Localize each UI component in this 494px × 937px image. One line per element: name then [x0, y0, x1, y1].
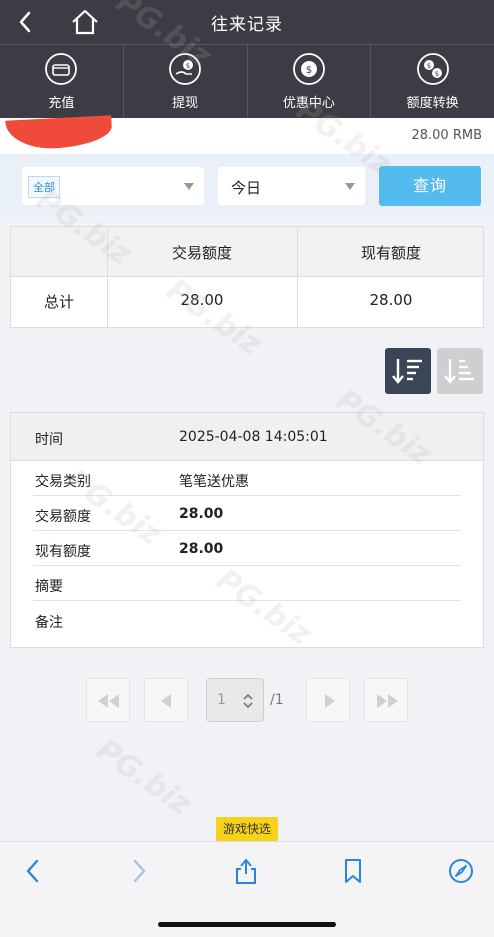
- record-time-label: 时间: [35, 432, 63, 448]
- summary-current-value: 28.00: [369, 291, 413, 309]
- last-page-button[interactable]: [364, 678, 408, 722]
- record-field-value: 28.00: [179, 541, 224, 557]
- record-card: 时间 2025-04-08 14:05:01 交易类别 笔笔送优惠 交易额度 2…: [10, 412, 484, 648]
- balance-row: 28.00 RMB: [0, 115, 494, 154]
- redaction-mark: [5, 115, 113, 151]
- sort-ascending-icon: [444, 359, 474, 384]
- record-field-label: 摘要: [35, 579, 63, 595]
- home-indicator: [158, 922, 336, 927]
- record-field-label: 交易类别: [35, 474, 91, 490]
- summary-table: 交易额度 现有额度 总计 28.00 28.00: [10, 226, 484, 328]
- chevron-down-icon: [184, 183, 194, 190]
- deposit-icon: [45, 53, 78, 85]
- nav-promo-label: 优惠中心: [282, 96, 335, 111]
- first-page-button[interactable]: [86, 678, 130, 722]
- record-field-label: 交易额度: [35, 509, 91, 525]
- chevron-updown-icon: [243, 693, 253, 709]
- record-field-label: 备注: [35, 615, 63, 631]
- game-quick-pick-button[interactable]: 游戏快选: [216, 817, 278, 841]
- top-bar: 往来记录: [0, 0, 494, 44]
- nav-transfer[interactable]: $ $ 额度转换: [371, 45, 494, 118]
- filter-bar: 全部 今日 查询: [0, 154, 494, 216]
- sort-descending-icon: [392, 359, 422, 384]
- page-select[interactable]: 1: [206, 678, 264, 722]
- nav-deposit-label: 充值: [48, 96, 75, 111]
- record-field-value: 笔笔送优惠: [179, 474, 249, 490]
- next-page-icon: [325, 694, 335, 708]
- first-page-icon: [98, 694, 119, 708]
- page-title: 往来记录: [211, 15, 283, 35]
- period-select[interactable]: 今日: [218, 167, 365, 205]
- page-select-value: 1: [217, 692, 226, 708]
- watermark: PG.biz: [89, 732, 198, 823]
- browser-forward-icon[interactable]: [124, 856, 154, 886]
- summary-total-label: 总计: [43, 293, 74, 311]
- record-field-label: 现有额度: [35, 544, 91, 560]
- last-page-icon: [377, 694, 398, 708]
- prev-page-button[interactable]: [144, 678, 188, 722]
- query-button[interactable]: 查询: [379, 166, 481, 206]
- nav-withdraw-label: 提现: [172, 96, 199, 111]
- transfer-icon: $ $: [416, 53, 449, 85]
- account-nav: 充值 $ 提现 $ 优惠中心 $ $ 额度转换: [0, 44, 494, 118]
- nav-promo[interactable]: $ 优惠中心: [248, 45, 372, 118]
- type-select-tag: 全部: [28, 176, 60, 198]
- prev-page-icon: [161, 694, 171, 708]
- svg-text:$: $: [434, 70, 438, 78]
- promo-icon: $: [292, 53, 325, 85]
- nav-deposit[interactable]: 充值: [0, 45, 124, 118]
- share-icon[interactable]: [231, 856, 261, 886]
- record-time-value: 2025-04-08 14:05:01: [179, 429, 328, 445]
- page-total: /1: [270, 692, 284, 708]
- record-field-value: 28.00: [179, 506, 224, 522]
- svg-text:$: $: [186, 62, 190, 70]
- divider: [33, 600, 461, 601]
- nav-transfer-label: 额度转换: [406, 96, 459, 111]
- next-page-button[interactable]: [306, 678, 350, 722]
- chevron-down-icon: [345, 183, 355, 190]
- svg-text:$: $: [426, 62, 430, 70]
- summary-header-current: 现有额度: [360, 244, 421, 262]
- compass-icon[interactable]: [446, 856, 476, 886]
- sort-descending-button[interactable]: [385, 348, 431, 394]
- type-select[interactable]: 全部: [22, 167, 204, 205]
- balance-amount: 28.00 RMB: [411, 128, 482, 143]
- divider: [33, 530, 461, 531]
- browser-back-icon[interactable]: [18, 856, 48, 886]
- svg-text:$: $: [306, 65, 312, 76]
- nav-withdraw[interactable]: $ 提现: [124, 45, 248, 118]
- bookmarks-icon[interactable]: [338, 856, 368, 886]
- summary-trade-value: 28.00: [180, 291, 224, 309]
- sort-ascending-button[interactable]: [437, 348, 483, 394]
- divider: [33, 565, 461, 566]
- period-select-value: 今日: [231, 179, 262, 197]
- divider: [33, 495, 461, 496]
- summary-header-trade: 交易额度: [171, 244, 232, 262]
- withdraw-icon: $: [169, 53, 202, 85]
